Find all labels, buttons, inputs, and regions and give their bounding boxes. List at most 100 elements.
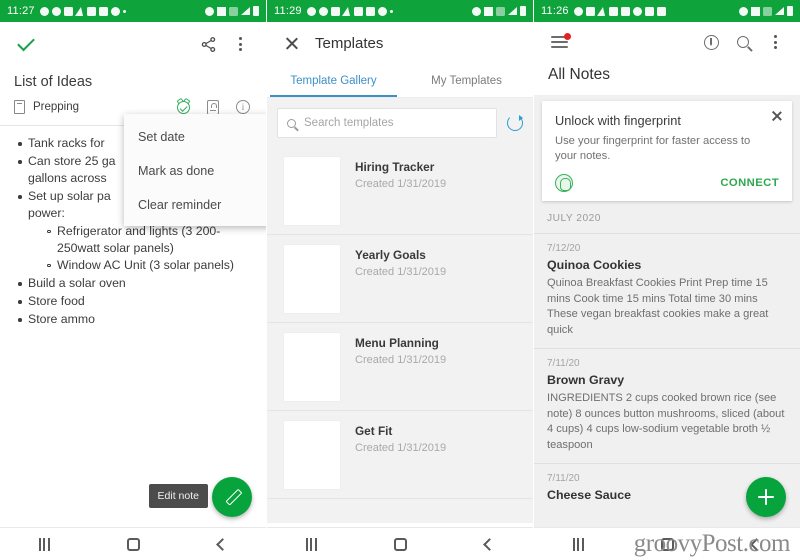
menu-button[interactable]	[545, 28, 573, 56]
bolt-icon	[596, 6, 607, 16]
tab-template-gallery[interactable]: Template Gallery	[267, 64, 400, 97]
done-check-button[interactable]	[12, 30, 40, 58]
gallery-icon	[608, 6, 618, 16]
status-clock: 11:26	[541, 5, 569, 17]
templates-list[interactable]: Hiring Tracker Created 1/31/2019 Yearly …	[267, 147, 533, 523]
signal-icon	[508, 7, 517, 15]
menu-item-set-date[interactable]: Set date	[124, 120, 266, 154]
note-date: 7/12/20	[547, 243, 581, 254]
template-created-date: Created 1/31/2019	[355, 266, 447, 278]
fingerprint-card-title: Unlock with fingerprint	[555, 113, 681, 128]
recents-button[interactable]	[572, 537, 584, 551]
back-button[interactable]	[483, 537, 497, 551]
template-meta: Menu Planning Created 1/31/2019	[355, 332, 446, 402]
leaf-icon	[318, 6, 328, 16]
list-item[interactable]: Yearly Goals Created 1/31/2019	[267, 235, 533, 323]
status-system-icons	[739, 6, 793, 16]
search-placeholder: Search templates	[304, 117, 394, 129]
account-icon	[51, 6, 61, 16]
book-icon	[620, 6, 630, 16]
status-notification-icons	[306, 6, 472, 16]
status-notification-icons	[573, 6, 739, 16]
signal-icon	[241, 7, 250, 15]
template-created-date: Created 1/31/2019	[355, 354, 447, 366]
check-icon	[17, 33, 35, 51]
list-item[interactable]: Hiring Tracker Created 1/31/2019	[267, 147, 533, 235]
search-button[interactable]	[729, 28, 757, 56]
search-input[interactable]: Search templates	[277, 108, 497, 138]
gallery-icon	[353, 6, 363, 16]
overflow-menu-button[interactable]	[226, 30, 254, 58]
page-title: All Notes	[548, 66, 611, 83]
wifi-icon	[751, 6, 760, 16]
templates-search-row: Search templates	[267, 98, 533, 147]
twitter-icon	[110, 6, 120, 16]
alarm-icon	[205, 6, 214, 16]
sub-list-item: Window AC Unit (3 solar panels)	[44, 257, 254, 274]
menu-item-clear-reminder[interactable]: Clear reminder	[124, 188, 266, 222]
network-type-icon	[496, 6, 505, 16]
battery-icon	[520, 6, 526, 16]
recents-button[interactable]	[38, 537, 50, 551]
status-clock: 11:27	[7, 5, 35, 17]
list-item[interactable]: 7/12/20 Quinoa Cookies Quinoa Breakfast …	[534, 233, 800, 348]
note-title: Quinoa Cookies	[547, 258, 642, 272]
book-icon	[365, 6, 375, 16]
pencil-icon	[224, 489, 241, 506]
twitter-icon	[377, 6, 387, 16]
template-name: Menu Planning	[355, 336, 439, 350]
templates-app-bar: Templates	[267, 22, 533, 64]
close-icon[interactable]	[770, 110, 782, 122]
back-button[interactable]	[216, 537, 230, 551]
kebab-icon	[773, 35, 777, 49]
refresh-button[interactable]	[507, 115, 523, 131]
list-item: Store food	[14, 293, 254, 310]
list-item[interactable]: 7/11/20 Brown Gravy INGREDIENTS 2 cups c…	[534, 348, 800, 463]
close-button[interactable]	[277, 29, 305, 57]
more-dot-icon	[389, 9, 393, 13]
month-section-header: JULY 2020	[534, 201, 800, 233]
info-icon	[236, 100, 250, 114]
template-name: Hiring Tracker	[355, 160, 435, 174]
edit-note-fab[interactable]	[212, 477, 252, 517]
sync-button[interactable]	[697, 28, 725, 56]
network-type-icon	[763, 6, 772, 16]
bolt-icon	[74, 6, 85, 16]
account-icon	[573, 6, 583, 16]
twitter-icon	[632, 6, 642, 16]
sub-item-line: Refrigerator and lights (3 200-	[57, 224, 221, 238]
status-bar-3: 11:26	[534, 0, 800, 22]
add-note-fab[interactable]	[746, 477, 786, 517]
connect-button[interactable]: CONNECT	[720, 177, 779, 189]
account-icon	[306, 6, 316, 16]
book2-icon	[644, 6, 654, 16]
list-item[interactable]: Get Fit Created 1/31/2019	[267, 411, 533, 499]
alarm-icon	[739, 6, 748, 16]
bolt-icon	[341, 6, 352, 16]
list-item: Build a solar oven	[14, 275, 254, 292]
list-item-line: Can store 25 ga	[28, 154, 116, 168]
panel-templates: 11:29 Templates Template Gallery My Temp…	[267, 0, 533, 560]
notes-app-bar	[534, 22, 800, 62]
sync-icon	[703, 34, 719, 50]
list-item[interactable]: Menu Planning Created 1/31/2019	[267, 323, 533, 411]
home-button[interactable]	[394, 537, 408, 551]
status-clock: 11:29	[274, 5, 302, 17]
share-button[interactable]	[194, 30, 222, 58]
overflow-menu-button[interactable]	[761, 28, 789, 56]
templates-tabs: Template Gallery My Templates	[267, 64, 533, 98]
tab-my-templates[interactable]: My Templates	[400, 64, 533, 97]
home-button[interactable]	[127, 537, 141, 551]
note-snippet: INGREDIENTS 2 cups cooked brown rice (se…	[547, 392, 785, 451]
status-bar-1: 11:27	[0, 0, 266, 22]
sub-list-item: Refrigerator and lights (3 200- 250watt …	[44, 223, 254, 257]
more-dot-icon	[122, 9, 126, 13]
photo-icon	[330, 6, 340, 16]
recents-button[interactable]	[305, 537, 317, 551]
menu-item-mark-as-done[interactable]: Mark as done	[124, 154, 266, 188]
list-item-line-cont: power:	[28, 206, 65, 220]
document-icon	[14, 100, 25, 114]
note-app-bar	[0, 22, 266, 66]
screenshot-root: 11:27 List of Ideas Prepping i Tank rack…	[0, 0, 800, 560]
watermark: groovyPost.com	[633, 530, 791, 557]
